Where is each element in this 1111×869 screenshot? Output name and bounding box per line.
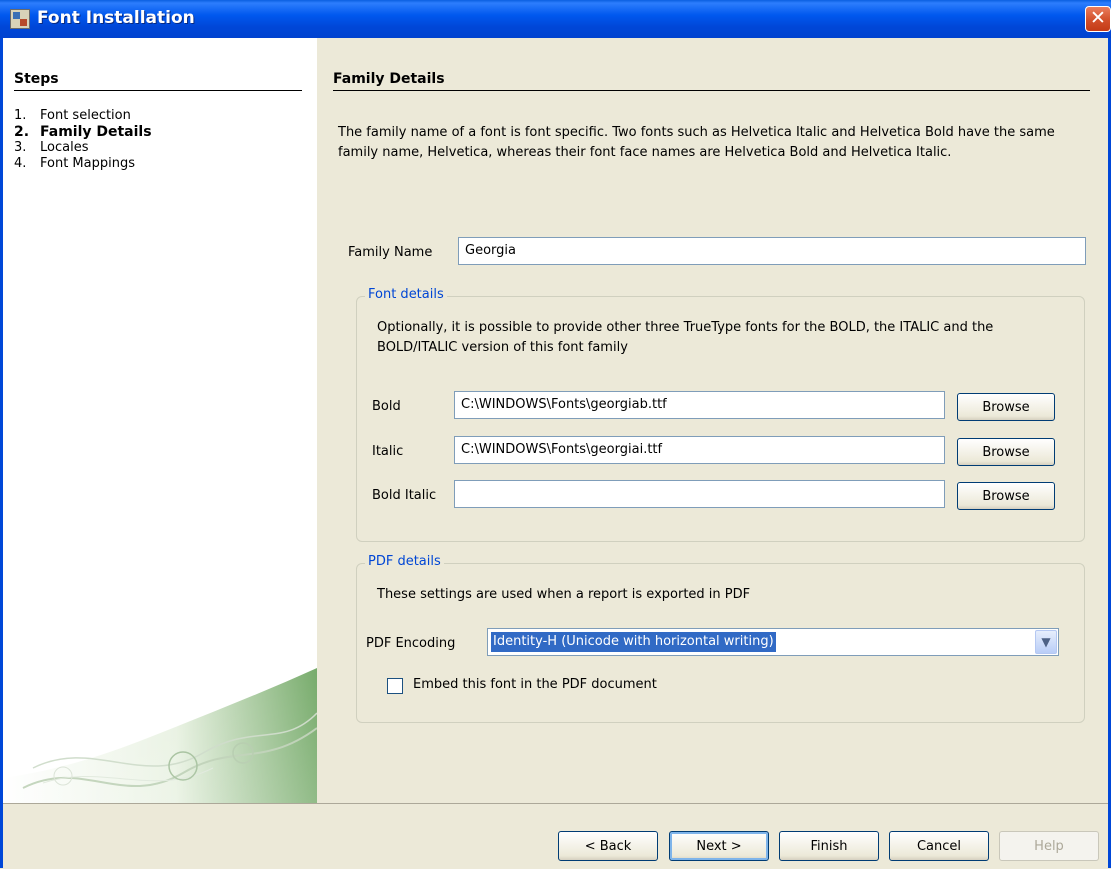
content-panel: Family Details The family name of a font… <box>317 38 1108 803</box>
font-details-group: Font details Optionally, it is possible … <box>356 287 1085 542</box>
title-bar[interactable]: Font Installation ✕ <box>0 0 1111 38</box>
window-title: Font Installation <box>37 8 195 28</box>
bold-label: Bold <box>372 399 401 414</box>
browse-bold-button[interactable]: Browse <box>957 393 1055 421</box>
step-label: Locales <box>40 140 89 155</box>
step-item-font-mappings: 4. Font Mappings <box>14 156 152 172</box>
step-number: 2. <box>14 124 30 140</box>
cancel-button[interactable]: Cancel <box>889 831 989 861</box>
dropdown-arrow-icon[interactable]: ▼ <box>1035 630 1057 654</box>
step-number: 1. <box>14 108 27 123</box>
next-button[interactable]: Next > <box>669 831 769 861</box>
pdf-encoding-label: PDF Encoding <box>366 636 456 651</box>
close-icon[interactable]: ✕ <box>1085 6 1111 32</box>
browse-italic-button[interactable]: Browse <box>957 438 1055 466</box>
font-details-title: Font details <box>365 287 447 302</box>
step-number: 3. <box>14 140 27 155</box>
italic-label: Italic <box>372 444 404 459</box>
pdf-details-text: These settings are used when a report is… <box>377 587 751 602</box>
steps-panel: Steps 1. Font selection 2. Family Details … <box>3 38 317 803</box>
description-text: The family name of a font is font specif… <box>338 125 1055 160</box>
step-label: Font Mappings <box>40 156 135 171</box>
font-details-text: Optionally, it is possible to provide ot… <box>377 320 994 355</box>
embed-font-checkbox[interactable] <box>387 678 403 694</box>
step-item-family-details: 2. Family Details <box>14 124 152 140</box>
help-button: Help <box>999 831 1099 861</box>
browse-bold-italic-button[interactable]: Browse <box>957 482 1055 510</box>
family-name-field[interactable]: Georgia <box>458 237 1086 265</box>
decorative-swirl-graphic <box>3 658 317 803</box>
steps-header: Steps <box>14 71 302 91</box>
step-item-locales: 3. Locales <box>14 140 152 156</box>
step-label: Font selection <box>40 108 131 123</box>
italic-font-path-field[interactable]: C:\WINDOWS\Fonts\georgiai.ttf <box>454 436 945 464</box>
bold-italic-label: Bold Italic <box>372 488 437 503</box>
back-button[interactable]: < Back <box>558 831 658 861</box>
embed-font-label: Embed this font in the PDF document <box>413 677 657 692</box>
family-name-label: Family Name <box>348 245 433 260</box>
finish-button[interactable]: Finish <box>779 831 879 861</box>
page-title: Family Details <box>333 71 1090 91</box>
wizard-button-bar: < Back Next > Finish Cancel Help <box>3 803 1108 869</box>
step-item-font-selection: 1. Font selection <box>14 108 152 124</box>
bold-italic-font-path-field[interactable] <box>454 480 945 508</box>
pdf-encoding-select[interactable]: Identity-H (Unicode with horizontal writ… <box>487 628 1059 656</box>
pdf-details-group: PDF details These settings are used when… <box>356 554 1085 723</box>
bold-font-path-field[interactable]: C:\WINDOWS\Fonts\georgiab.ttf <box>454 391 945 419</box>
step-label: Family Details <box>40 124 152 140</box>
app-icon <box>10 9 30 29</box>
step-number: 4. <box>14 156 27 171</box>
pdf-details-title: PDF details <box>365 554 444 569</box>
steps-list: 1. Font selection 2. Family Details 3. Loca… <box>14 108 152 172</box>
pdf-encoding-selected-value: Identity-H (Unicode with horizontal writ… <box>491 632 776 652</box>
